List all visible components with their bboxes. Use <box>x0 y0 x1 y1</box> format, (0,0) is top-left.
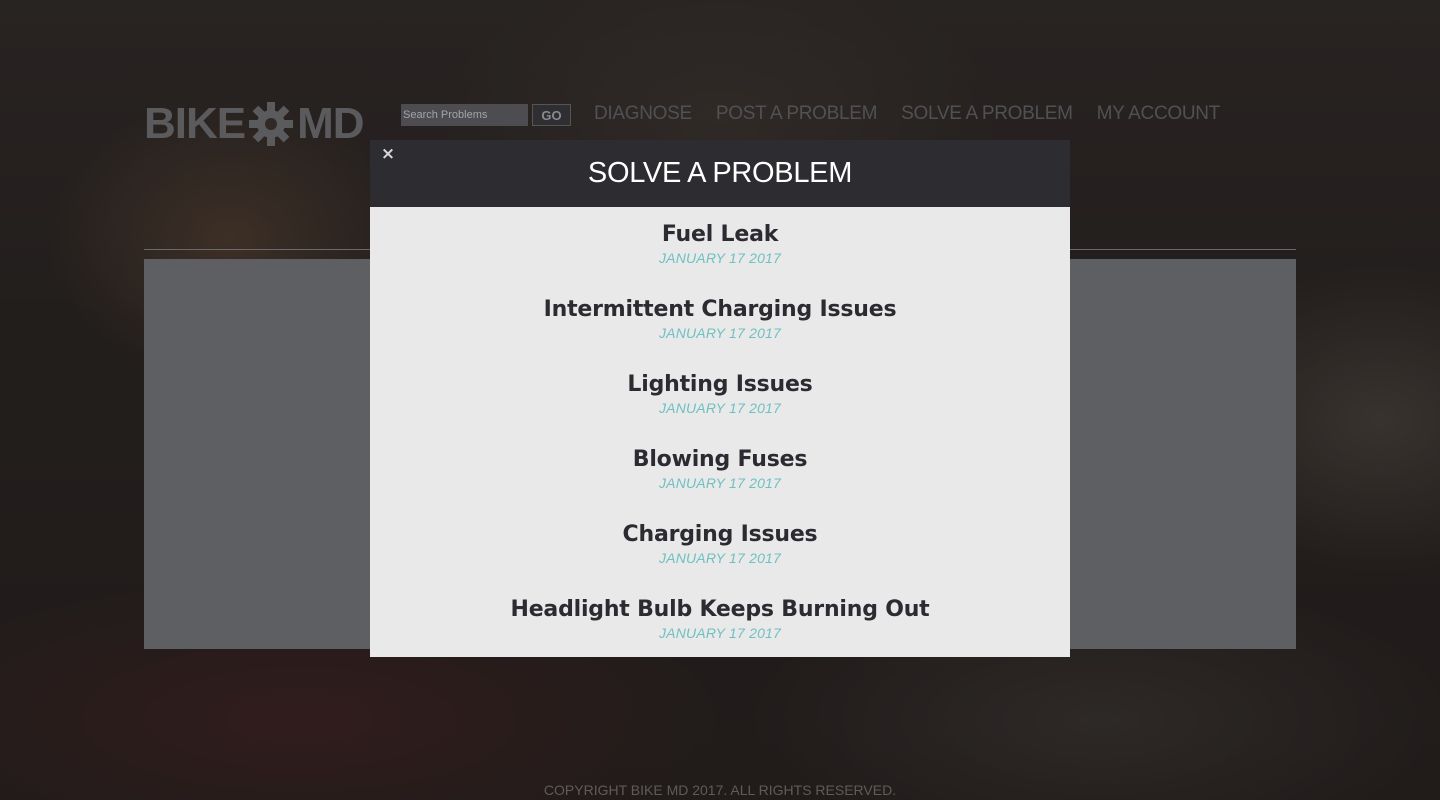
footer-copyright: COPYRIGHT BIKE MD 2017. ALL RIGHTS RESER… <box>543 782 897 798</box>
problem-title[interactable]: Blowing Fuses <box>370 445 1070 475</box>
problem-item-charging-issues[interactable]: Charging Issues JANUARY 17 2017 <box>370 520 1070 595</box>
problem-list: Fuel Leak JANUARY 17 2017 Intermittent C… <box>370 207 1070 657</box>
problem-title[interactable]: Lighting Issues <box>370 370 1070 400</box>
modal-title: SOLVE A PROBLEM <box>587 157 853 189</box>
nav-solve-a-problem[interactable]: SOLVE A PROBLEM <box>901 102 1073 126</box>
problem-date: JANUARY 17 2017 <box>658 400 782 416</box>
search-form: GO <box>401 104 571 126</box>
gear-icon <box>249 102 294 146</box>
problem-date: JANUARY 17 2017 <box>658 250 782 266</box>
site-logo[interactable]: BIKE MD <box>144 96 365 152</box>
problem-date: JANUARY 17 2017 <box>658 325 782 341</box>
logo-text-right: MD <box>297 99 364 148</box>
solve-problem-modal: × SOLVE A PROBLEM Fuel Leak JANUARY 17 2… <box>370 140 1070 657</box>
nav-post-a-problem[interactable]: POST A PROBLEM <box>716 102 878 126</box>
logo-text-left: BIKE <box>144 99 246 148</box>
problem-title[interactable]: Headlight Bulb Keeps Burning Out <box>370 595 1070 625</box>
problem-date: JANUARY 17 2017 <box>658 625 782 641</box>
search-go-button[interactable]: GO <box>532 104 571 126</box>
nav-my-account[interactable]: MY ACCOUNT <box>1097 102 1221 126</box>
problem-date: JANUARY 17 2017 <box>658 550 782 566</box>
close-icon[interactable]: × <box>380 146 396 163</box>
search-input[interactable] <box>401 104 528 126</box>
problem-item-lighting-issues[interactable]: Lighting Issues JANUARY 17 2017 <box>370 370 1070 445</box>
problem-item-headlight-bulb[interactable]: Headlight Bulb Keeps Burning Out JANUARY… <box>370 595 1070 670</box>
problem-item-blowing-fuses[interactable]: Blowing Fuses JANUARY 17 2017 <box>370 445 1070 520</box>
problem-title[interactable]: Intermittent Charging Issues <box>370 295 1070 325</box>
main-nav: DIAGNOSE POST A PROBLEM SOLVE A PROBLEM … <box>594 102 1220 126</box>
problem-item-fuel-leak[interactable]: Fuel Leak JANUARY 17 2017 <box>370 220 1070 295</box>
modal-header: × SOLVE A PROBLEM <box>370 140 1070 207</box>
nav-diagnose[interactable]: DIAGNOSE <box>594 102 692 126</box>
problem-item-intermittent-charging-issues[interactable]: Intermittent Charging Issues JANUARY 17 … <box>370 295 1070 370</box>
problem-title[interactable]: Fuel Leak <box>370 220 1070 250</box>
problem-title[interactable]: Charging Issues <box>370 520 1070 550</box>
problem-date: JANUARY 17 2017 <box>658 475 782 491</box>
